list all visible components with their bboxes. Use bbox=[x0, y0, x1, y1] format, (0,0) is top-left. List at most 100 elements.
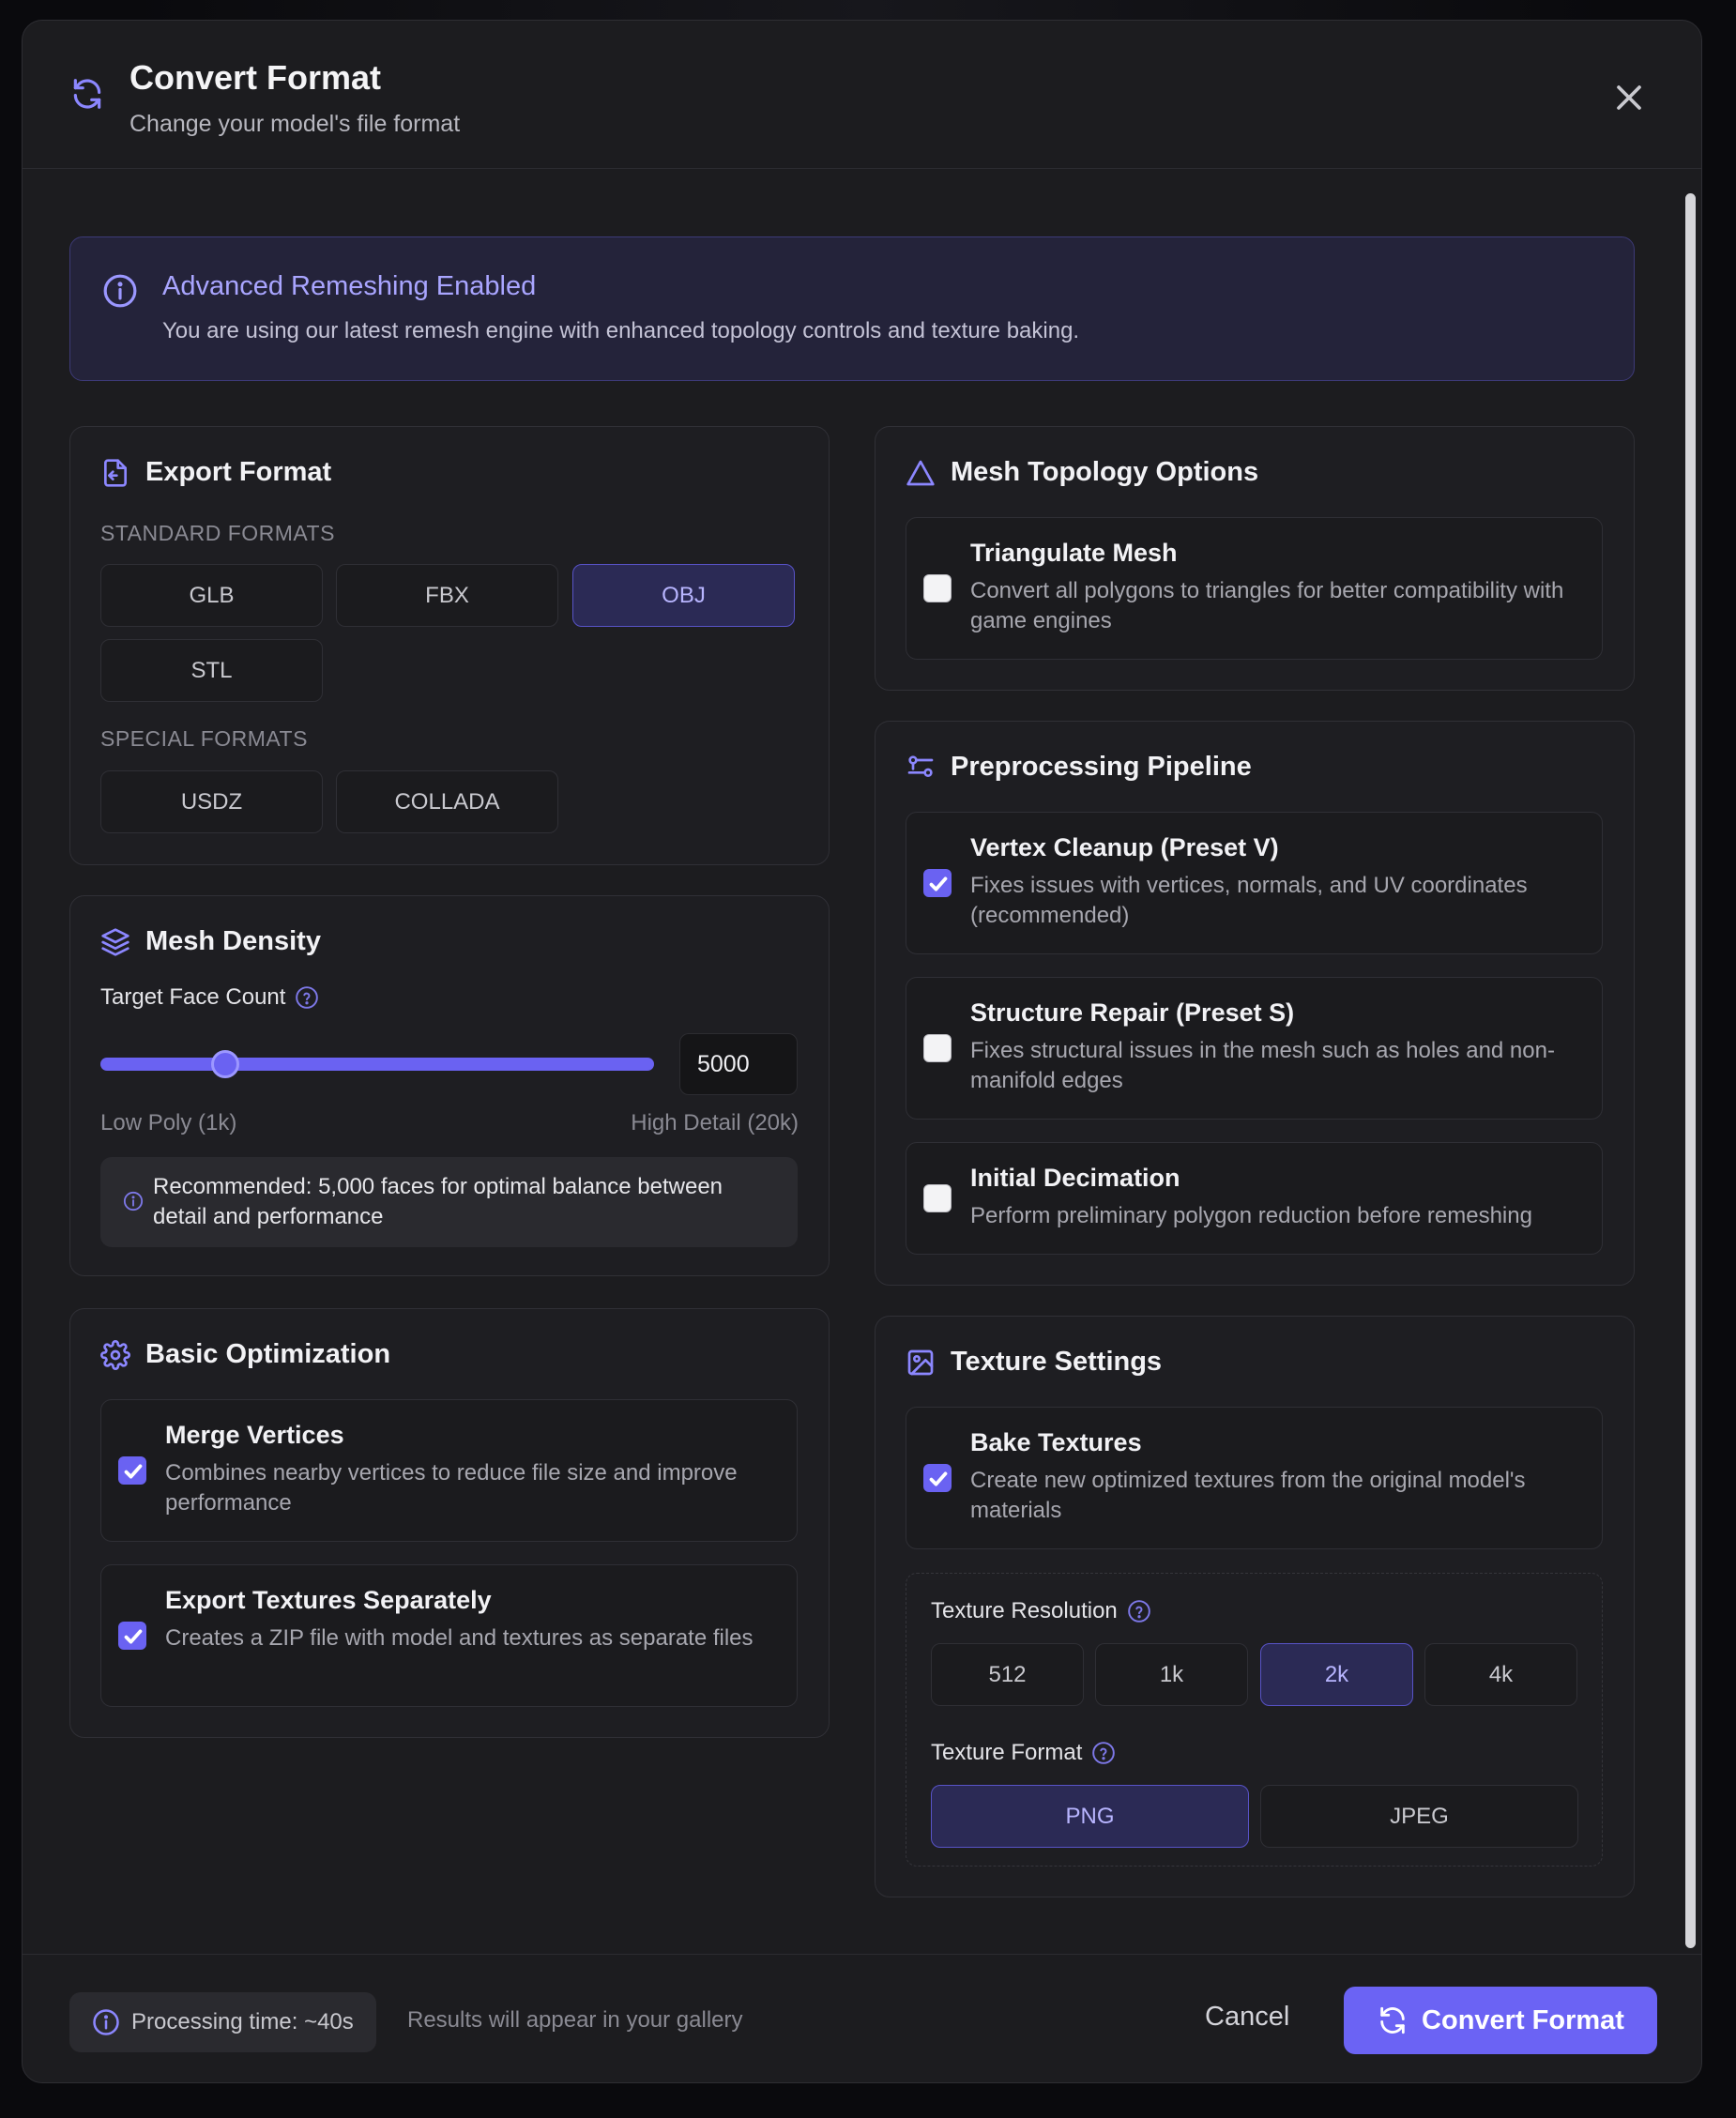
special-formats-label: SPECIAL FORMATS bbox=[100, 726, 308, 751]
dialog-subtitle: Change your model's file format bbox=[129, 111, 461, 137]
face-count-input[interactable]: 5000 bbox=[679, 1033, 798, 1095]
mesh-density-card: Mesh Density Target Face Count 5000 Low … bbox=[69, 895, 830, 1276]
export-format-header: Export Format bbox=[100, 457, 331, 488]
structure-repair-option[interactable]: Structure Repair (Preset S) Fixes struct… bbox=[906, 977, 1603, 1120]
texture-settings-header: Texture Settings bbox=[906, 1347, 1162, 1378]
bake-textures-option[interactable]: Bake Textures Create new optimized textu… bbox=[906, 1407, 1603, 1549]
merge-vertices-option[interactable]: Merge Vertices Combines nearby vertices … bbox=[100, 1399, 798, 1542]
resolution-4k-button[interactable]: 4k bbox=[1424, 1643, 1577, 1706]
triangle-icon bbox=[906, 460, 935, 485]
preprocessing-header: Preprocessing Pipeline bbox=[906, 752, 1252, 783]
preprocessing-card: Preprocessing Pipeline Vertex Cleanup (P… bbox=[875, 721, 1635, 1286]
option-title: Initial Decimation bbox=[970, 1164, 1180, 1192]
option-title: Triangulate Mesh bbox=[970, 539, 1178, 567]
layers-icon bbox=[101, 927, 129, 956]
texture-settings-card: Texture Settings Bake Textures Create ne… bbox=[875, 1316, 1635, 1897]
refresh-icon bbox=[73, 79, 101, 109]
refresh-icon bbox=[1380, 2006, 1405, 2034]
resolution-512-button[interactable]: 512 bbox=[931, 1643, 1084, 1706]
option-title: Vertex Cleanup (Preset V) bbox=[970, 833, 1279, 861]
resolution-2k-button[interactable]: 2k bbox=[1260, 1643, 1413, 1706]
texture-options-group: Texture Resolution 512 1k 2k 4k Texture … bbox=[906, 1573, 1603, 1867]
convert-format-button[interactable]: Convert Format bbox=[1344, 1987, 1657, 2054]
vertex-cleanup-option[interactable]: Vertex Cleanup (Preset V) Fixes issues w… bbox=[906, 812, 1603, 954]
basic-optimization-card: Basic Optimization Merge Vertices Combin… bbox=[69, 1308, 830, 1738]
option-description: Combines nearby vertices to reduce file … bbox=[165, 1460, 738, 1516]
dialog-title: Convert Format bbox=[129, 58, 382, 97]
option-title: Structure Repair (Preset S) bbox=[970, 998, 1295, 1027]
format-obj-button[interactable]: OBJ bbox=[572, 564, 795, 627]
info-icon bbox=[123, 1191, 144, 1211]
export-textures-separately-option[interactable]: Export Textures Separately Creates a ZIP… bbox=[100, 1564, 798, 1707]
info-icon bbox=[93, 2009, 119, 2035]
texture-format-text: Texture Format bbox=[931, 1740, 1083, 1765]
merge-vertices-checkbox[interactable] bbox=[118, 1456, 146, 1485]
info-banner: Advanced Remeshing Enabled You are using… bbox=[69, 236, 1635, 381]
recommendation-text: Recommended: 5,000 faces for optimal bal… bbox=[153, 1174, 723, 1229]
triangulate-mesh-option[interactable]: Triangulate Mesh Convert all polygons to… bbox=[906, 517, 1603, 660]
face-count-slider-handle[interactable] bbox=[210, 1050, 239, 1078]
low-poly-label: Low Poly (1k) bbox=[100, 1110, 237, 1135]
export-format-title: Export Format bbox=[145, 457, 332, 487]
dialog-body: Advanced Remeshing Enabled You are using… bbox=[23, 169, 1701, 1974]
preprocessing-title: Preprocessing Pipeline bbox=[951, 752, 1252, 782]
vertex-cleanup-checkbox[interactable] bbox=[923, 869, 952, 897]
target-face-count-text: Target Face Count bbox=[100, 984, 286, 1010]
face-count-slider[interactable] bbox=[100, 1058, 654, 1071]
mesh-topology-title: Mesh Topology Options bbox=[951, 457, 1259, 487]
format-stl-button[interactable]: STL bbox=[100, 639, 323, 702]
option-title: Merge Vertices bbox=[165, 1421, 344, 1449]
basic-optimization-title: Basic Optimization bbox=[145, 1339, 391, 1369]
high-detail-label: High Detail (20k) bbox=[631, 1110, 799, 1135]
texture-format-label: Texture Format bbox=[931, 1740, 1116, 1766]
format-usdz-button[interactable]: USDZ bbox=[100, 770, 323, 833]
mesh-density-title: Mesh Density bbox=[145, 926, 321, 956]
initial-decimation-option[interactable]: Initial Decimation Perform preliminary p… bbox=[906, 1142, 1603, 1255]
gear-icon bbox=[100, 1339, 130, 1370]
mesh-density-header: Mesh Density bbox=[100, 926, 321, 957]
bake-textures-checkbox[interactable] bbox=[923, 1464, 952, 1492]
help-icon[interactable] bbox=[1091, 1741, 1116, 1765]
scrollbar-thumb[interactable] bbox=[1685, 193, 1696, 1948]
info-icon bbox=[103, 274, 137, 308]
scrollbar[interactable] bbox=[1683, 188, 1697, 1971]
recommendation-note: Recommended: 5,000 faces for optimal bal… bbox=[100, 1157, 798, 1247]
option-title: Export Textures Separately bbox=[165, 1586, 492, 1614]
triangulate-mesh-checkbox[interactable] bbox=[923, 574, 952, 602]
texture-resolution-text: Texture Resolution bbox=[931, 1598, 1118, 1623]
format-png-button[interactable]: PNG bbox=[931, 1785, 1249, 1848]
image-icon bbox=[907, 1349, 934, 1375]
mesh-topology-header: Mesh Topology Options bbox=[906, 457, 1258, 488]
resolution-1k-button[interactable]: 1k bbox=[1095, 1643, 1248, 1706]
convert-format-dialog: Convert Format Change your model's file … bbox=[22, 20, 1702, 2083]
option-description: Perform preliminary polygon reduction be… bbox=[970, 1203, 1532, 1228]
option-title: Bake Textures bbox=[970, 1428, 1142, 1456]
export-textures-separately-checkbox[interactable] bbox=[118, 1622, 146, 1650]
format-collada-button[interactable]: COLLADA bbox=[336, 770, 558, 833]
pipeline-icon bbox=[907, 754, 934, 777]
standard-formats-label: STANDARD FORMATS bbox=[100, 521, 335, 545]
structure-repair-checkbox[interactable] bbox=[923, 1034, 952, 1062]
help-icon[interactable] bbox=[1127, 1599, 1151, 1623]
initial-decimation-checkbox[interactable] bbox=[923, 1184, 952, 1212]
cancel-button[interactable]: Cancel bbox=[1205, 2002, 1289, 2033]
convert-format-label: Convert Format bbox=[1422, 2004, 1624, 2035]
option-description: Create new optimized textures from the o… bbox=[970, 1468, 1526, 1523]
target-face-count-label: Target Face Count bbox=[100, 984, 319, 1011]
dialog-footer: Processing time: ~40s Results will appea… bbox=[23, 1954, 1701, 2082]
banner-title: Advanced Remeshing Enabled bbox=[162, 271, 537, 301]
basic-optimization-header: Basic Optimization bbox=[100, 1339, 390, 1370]
option-description: Fixes structural issues in the mesh such… bbox=[970, 1038, 1555, 1093]
texture-resolution-label: Texture Resolution bbox=[931, 1598, 1151, 1624]
results-note: Results will appear in your gallery bbox=[407, 2007, 743, 2033]
option-description: Fixes issues with vertices, normals, and… bbox=[970, 873, 1528, 928]
close-icon[interactable] bbox=[1608, 77, 1650, 118]
format-glb-button[interactable]: GLB bbox=[100, 564, 323, 627]
help-icon[interactable] bbox=[295, 985, 319, 1010]
processing-time-text: Processing time: ~40s bbox=[131, 2009, 354, 2034]
dialog-header: Convert Format Change your model's file … bbox=[23, 21, 1701, 169]
format-jpeg-button[interactable]: JPEG bbox=[1260, 1785, 1578, 1848]
processing-time-badge: Processing time: ~40s bbox=[69, 1992, 376, 2052]
format-fbx-button[interactable]: FBX bbox=[336, 564, 558, 627]
option-description: Creates a ZIP file with model and textur… bbox=[165, 1625, 754, 1651]
